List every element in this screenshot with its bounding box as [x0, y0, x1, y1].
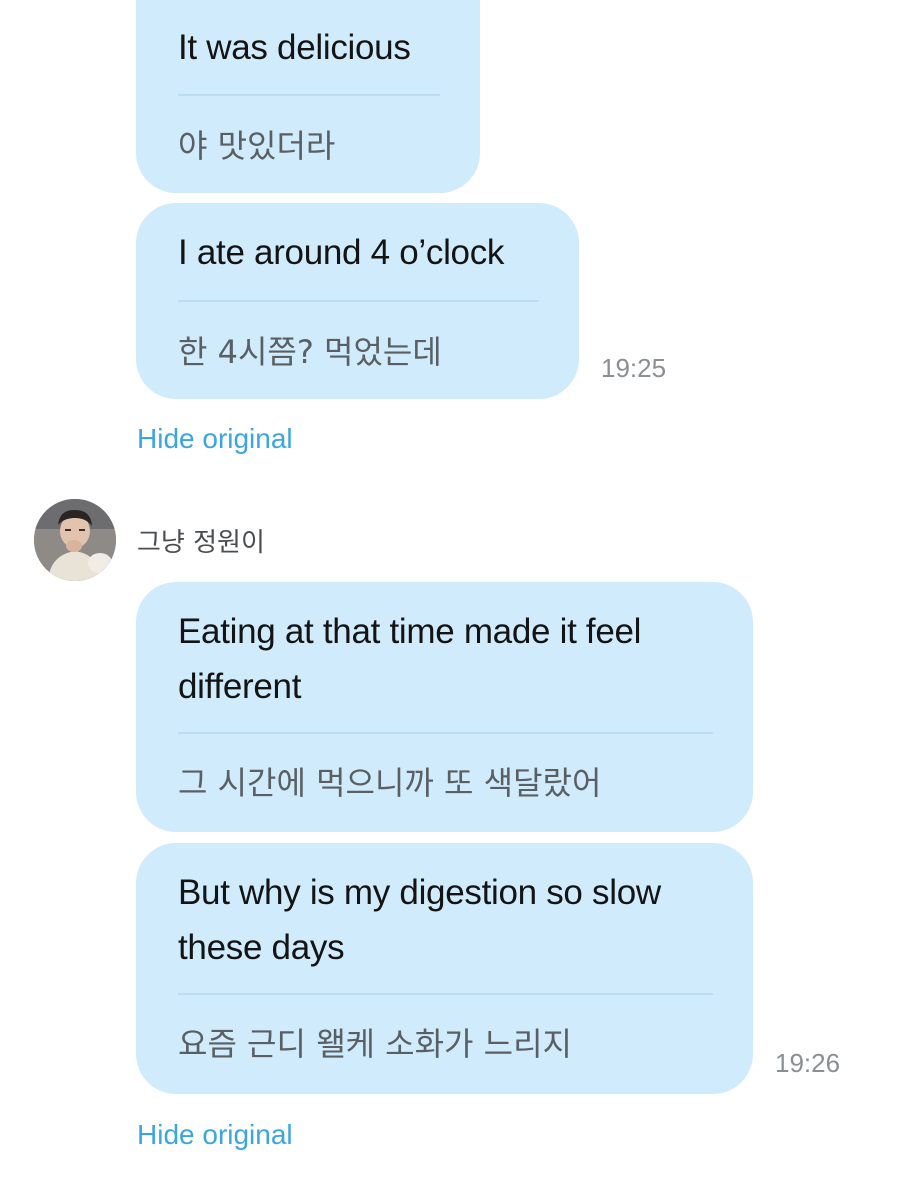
translated-text: But why is my digestion so slow these da…: [178, 873, 661, 967]
message-timestamp: 19:26: [775, 1048, 841, 1078]
avatar[interactable]: [34, 499, 116, 581]
message-bubble[interactable]: It was delicious 야 맛있더라: [136, 0, 480, 193]
sender-name: 그냥 정원이: [137, 528, 265, 558]
hide-original-link[interactable]: Hide original: [137, 423, 293, 455]
original-text: 그 시간에 먹으니까 또 색달랐어: [178, 764, 602, 802]
hide-original-link[interactable]: Hide original: [137, 1119, 293, 1151]
profile-photo-icon: [34, 499, 116, 581]
original-text: 한 4시쯤? 먹었는데: [178, 333, 442, 371]
message-bubble[interactable]: Eating at that time made it feel differe…: [136, 582, 753, 832]
message-bubble[interactable]: But why is my digestion so slow these da…: [136, 843, 753, 1094]
original-text: 야 맛있더라: [178, 127, 336, 165]
translated-text: I ate around 4 o’clock: [178, 233, 505, 272]
translated-text: It was delicious: [178, 28, 411, 67]
message-bubble[interactable]: I ate around 4 o’clock 한 4시쯤? 먹었는데: [136, 203, 579, 399]
translated-text: Eating at that time made it feel differe…: [178, 612, 642, 706]
message-timestamp: 19:25: [601, 353, 667, 383]
original-text: 요즘 근디 왤케 소화가 느리지: [178, 1025, 572, 1063]
